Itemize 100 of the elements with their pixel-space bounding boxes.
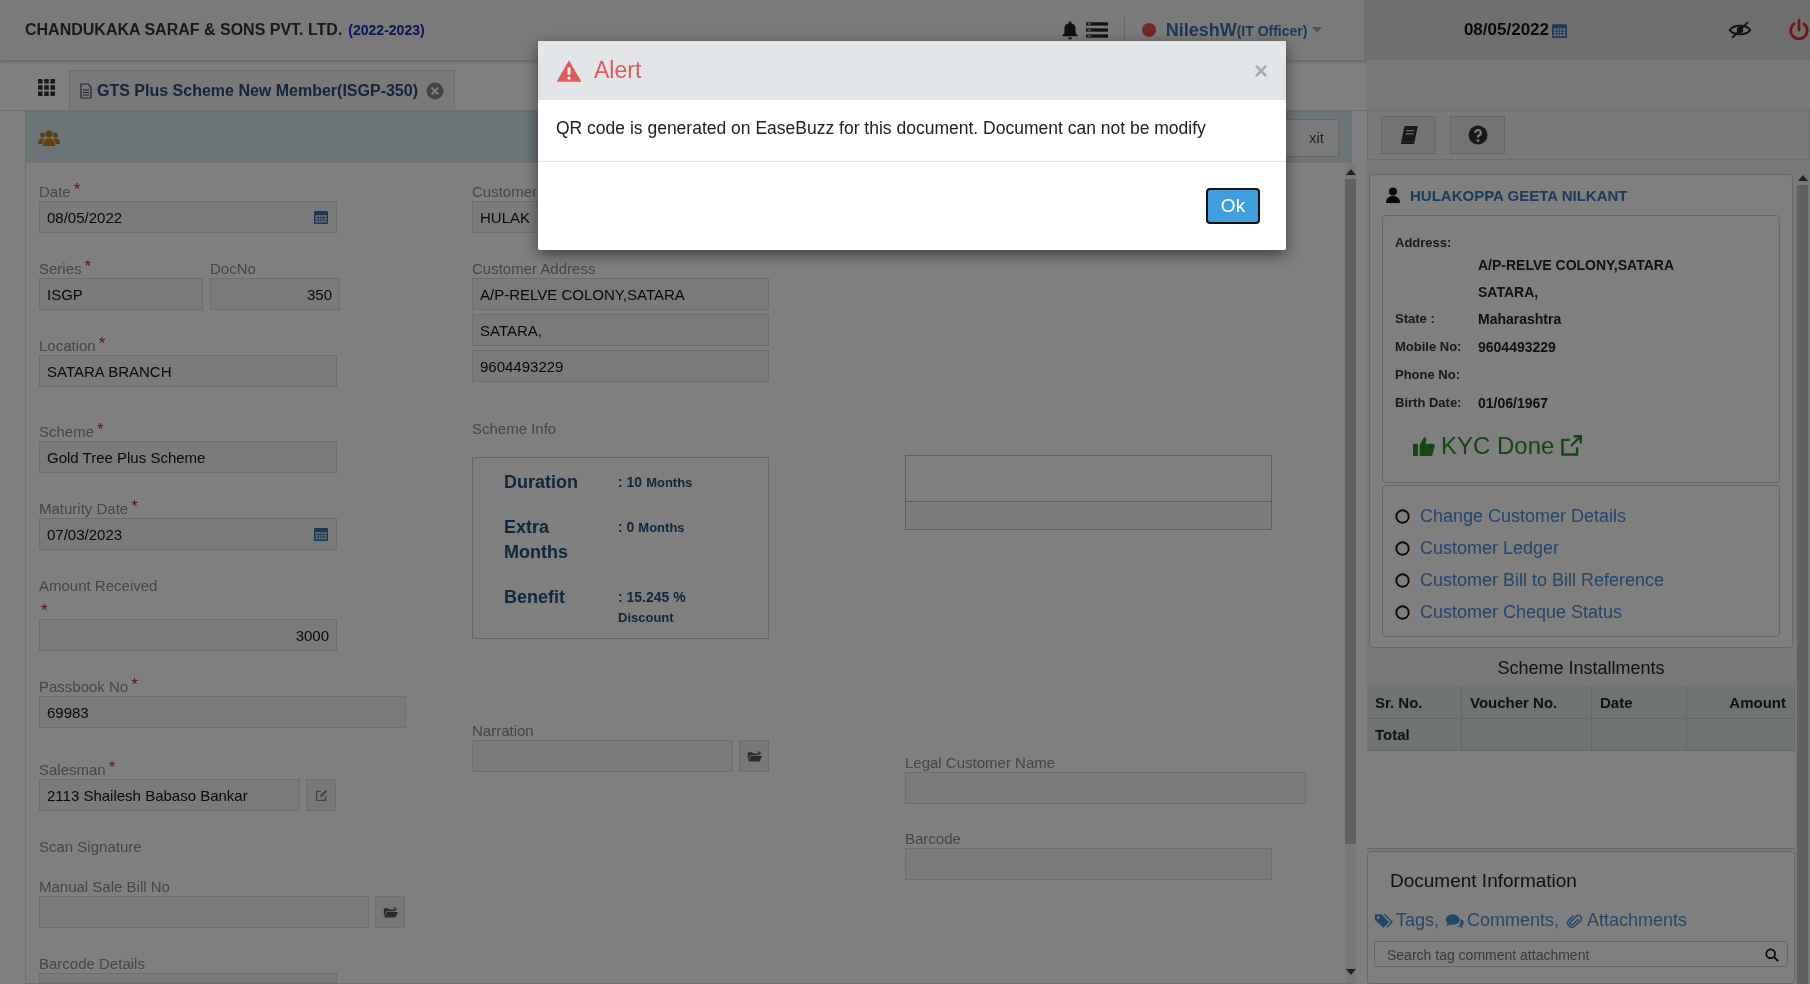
text-area[interactable]	[905, 455, 1272, 502]
calendar-icon[interactable]	[313, 526, 329, 542]
section-title: Document Information	[1390, 870, 1578, 892]
external-link-icon	[1560, 435, 1583, 457]
browse-button[interactable]	[375, 896, 405, 928]
scroll-thumb[interactable]	[1345, 179, 1356, 844]
detail-label: Birth Date:	[1395, 394, 1463, 412]
exit-button[interactable]: xit	[1283, 118, 1339, 157]
browse-button[interactable]	[739, 740, 769, 772]
column-header: Voucher No.	[1462, 687, 1592, 719]
search-icon[interactable]	[1765, 948, 1779, 962]
field-label: Scheme	[39, 423, 95, 441]
input-field[interactable]: Gold Tree Plus Scheme	[39, 441, 337, 473]
input-field[interactable]: SATARA,	[472, 314, 769, 346]
input-field[interactable]	[905, 502, 1272, 530]
date-field[interactable]: 07/03/2023	[39, 518, 337, 550]
field-label: Location	[39, 337, 96, 355]
scheme-unit: Months	[638, 519, 685, 537]
edit-button[interactable]	[306, 779, 336, 811]
apps-grid-icon[interactable]	[38, 79, 55, 96]
scroll-up-icon[interactable]	[1345, 169, 1356, 175]
document-link[interactable]: Attachments	[1565, 910, 1688, 931]
radio-icon[interactable]	[1395, 540, 1410, 556]
detail-label: State :	[1395, 310, 1436, 328]
section-title: Scheme Installments	[1496, 658, 1666, 679]
column-header: Date	[1592, 687, 1687, 719]
field-label: Scheme Info	[472, 420, 557, 438]
dialog-title: Alert	[594, 57, 642, 84]
detail-value: Maharashtra	[1478, 310, 1562, 329]
task-list-icon[interactable]	[1085, 21, 1108, 39]
scrollbar[interactable]	[1345, 163, 1356, 983]
scroll-thumb[interactable]	[1797, 185, 1808, 984]
field-label: Barcode	[905, 830, 961, 848]
close-icon[interactable]	[426, 81, 444, 100]
document-link[interactable]: Comments,	[1445, 910, 1560, 931]
book-button[interactable]	[1381, 116, 1436, 154]
field-label: Scan Signature	[39, 838, 142, 856]
input-field[interactable]: SATARA BRANCH	[39, 355, 337, 387]
field-label: Salesman	[39, 761, 106, 779]
customer-link[interactable]: Change Customer Details	[1420, 505, 1627, 527]
customer-link[interactable]: Customer Bill to Bill Reference	[1420, 569, 1665, 591]
scroll-down-icon[interactable]	[1345, 969, 1356, 975]
edit-icon	[313, 788, 329, 802]
detail-value: A/P-RELVE COLONY,SATARA	[1478, 256, 1674, 275]
customer-name: HULAKOPPA GEETA NILKANT	[1410, 186, 1628, 204]
book-icon	[1398, 125, 1419, 145]
search-field[interactable]: Search tag comment attachment	[1374, 941, 1788, 967]
field-label: DocNo	[210, 260, 256, 278]
hide-eye-icon[interactable]	[1728, 21, 1752, 39]
kyc-status-link[interactable]: KYC Done	[1413, 432, 1767, 460]
help-button[interactable]	[1450, 116, 1505, 154]
scheme-unit: Months	[646, 474, 693, 492]
scheme-term: Duration	[504, 471, 579, 494]
required-mark: *	[98, 337, 106, 351]
field-label: Legal Customer Name	[905, 754, 1056, 772]
required-mark: *	[131, 500, 138, 514]
power-icon[interactable]	[1788, 19, 1810, 41]
caret-icon[interactable]	[1312, 27, 1323, 33]
field-label: Date	[39, 183, 71, 201]
alert-message: QR code is generated on EaseBuzz for this document. Document can not be modify	[538, 100, 1286, 162]
input-field[interactable]: 9604493229	[472, 350, 769, 382]
scroll-up-icon[interactable]	[1797, 175, 1808, 181]
required-mark: *	[131, 678, 138, 692]
required-mark: *	[73, 183, 81, 197]
required-mark: *	[108, 761, 116, 775]
radio-icon[interactable]	[1395, 604, 1410, 620]
input-field[interactable]: A/P-RELVE COLONY,SATARA	[472, 278, 769, 310]
input-field[interactable]: 69983	[39, 696, 406, 728]
input-field[interactable]: ISGP	[39, 278, 203, 310]
calendar-icon[interactable]	[1551, 21, 1568, 39]
customer-link[interactable]: Customer Cheque Status	[1420, 601, 1623, 623]
scheme-unit: Discount	[618, 609, 674, 627]
customer-link[interactable]: Customer Ledger	[1420, 537, 1560, 559]
warning-icon	[556, 58, 582, 83]
ok-button[interactable]: Ok	[1206, 188, 1260, 224]
document-tab[interactable]: GTS Plus Scheme New Member(ISGP-350)	[69, 70, 455, 110]
detail-label: Address:	[1395, 234, 1453, 252]
user-menu[interactable]: NileshW(IT Officer)	[1165, 19, 1308, 41]
scheme-value: : 15.245 %	[618, 588, 686, 607]
input-field[interactable]: 3000	[39, 619, 337, 651]
comments-icon	[1445, 912, 1465, 929]
header-date: 08/05/2022	[1463, 20, 1549, 40]
radio-icon[interactable]	[1395, 572, 1410, 588]
input-field[interactable]: 2113 Shailesh Babaso Bankar	[39, 779, 300, 811]
required-mark: *	[97, 423, 104, 437]
calendar-icon[interactable]	[313, 209, 329, 225]
input-field[interactable]: 350	[210, 278, 340, 310]
fiscal-year: (2022-2023)	[348, 22, 425, 38]
field-label: Customer	[472, 183, 538, 201]
document-link[interactable]: Tags,	[1374, 910, 1440, 931]
date-field[interactable]: 08/05/2022	[39, 201, 337, 233]
detail-value: SATARA,	[1478, 283, 1540, 302]
radio-icon[interactable]	[1395, 508, 1410, 524]
field-label: Passbook No	[39, 678, 129, 696]
company-name: CHANDUKAKA SARAF & SONS PVT. LTD.	[25, 21, 343, 39]
field-label: Amount Received	[39, 577, 158, 595]
user-icon	[1386, 187, 1400, 203]
required-mark: *	[41, 604, 48, 618]
status-dot-icon	[1140, 22, 1157, 38]
field-label: Narration	[472, 722, 534, 740]
